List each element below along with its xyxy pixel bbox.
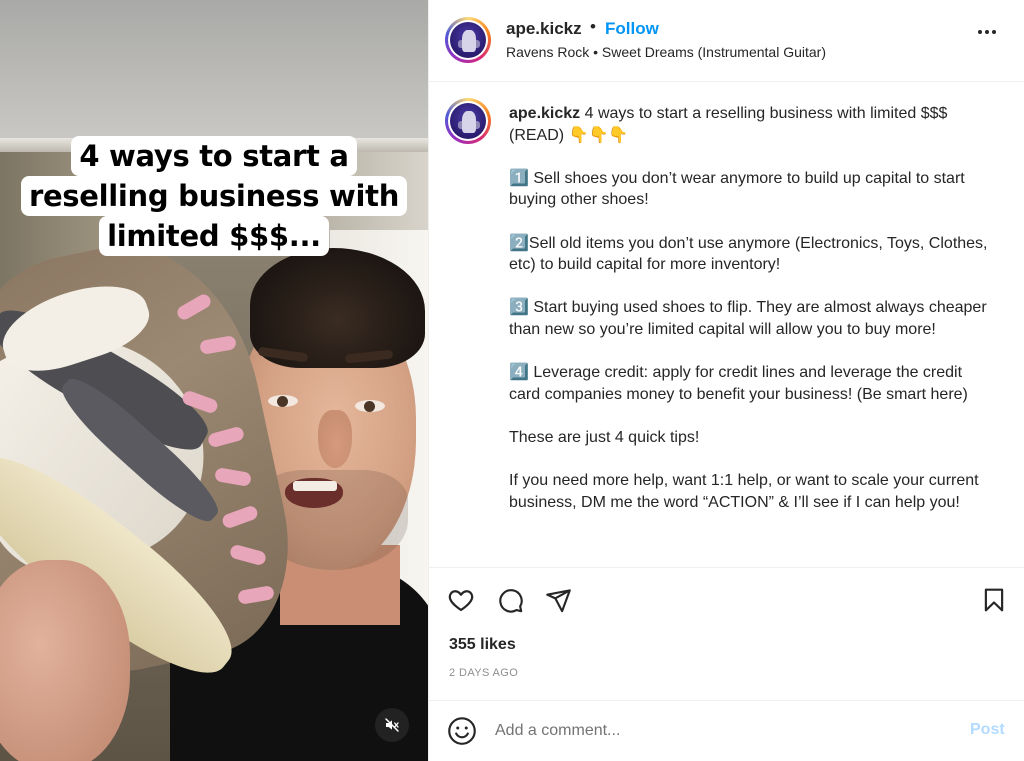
send-icon [545,588,571,612]
save-button[interactable] [978,584,1010,616]
comment-icon [498,588,523,613]
post-video[interactable]: 4 ways to start a reselling business wit… [0,0,428,761]
post-panel: ape.kickz • Follow Ravens Rock • Sweet D… [428,0,1024,761]
background-ceiling [0,0,428,140]
avatar[interactable] [445,17,491,63]
avatar[interactable] [445,98,491,144]
likes-count[interactable]: 355 likes [449,636,516,654]
action-bar [429,584,1024,620]
heart-icon [448,590,474,612]
mute-button[interactable] [375,708,409,742]
overlay-line: reselling business with [20,176,408,216]
like-button[interactable] [445,584,477,616]
video-text-overlay: 4 ways to start a reselling business wit… [0,136,428,256]
username-link[interactable]: ape.kickz [506,19,582,39]
divider [429,567,1024,568]
post-comment-button[interactable]: Post [970,721,1005,739]
person-eye [268,395,298,407]
more-horizontal-icon [978,30,982,34]
more-options-button[interactable] [978,30,996,34]
comment-button[interactable] [494,584,526,616]
person-eye [355,400,385,412]
caption-section: ape.kickz 4 ways to start a reselling bu… [429,83,1024,567]
person-hand [0,560,130,761]
separator-dot: • [590,17,596,36]
post-timestamp[interactable]: 2 DAYS AGO [449,667,518,679]
audio-info[interactable]: Ravens Rock • Sweet Dreams (Instrumental… [506,44,826,60]
post-caption: ape.kickz 4 ways to start a reselling bu… [509,103,989,513]
speaker-muted-icon [385,718,399,732]
person-nose [318,410,352,468]
post-header: ape.kickz • Follow Ravens Rock • Sweet D… [429,0,1024,82]
emoji-icon[interactable] [447,716,477,746]
bookmark-icon [984,588,1004,612]
person-teeth [293,481,337,491]
caption-text: 4 ways to start a reselling business wit… [509,105,988,511]
overlay-line: limited $$$... [99,216,329,256]
caption-username[interactable]: ape.kickz [509,105,580,122]
comment-input[interactable] [495,718,955,744]
share-button[interactable] [542,584,574,616]
follow-button[interactable]: Follow [605,19,659,39]
overlay-line: 4 ways to start a [71,136,357,176]
comment-form: Post [429,700,1024,761]
